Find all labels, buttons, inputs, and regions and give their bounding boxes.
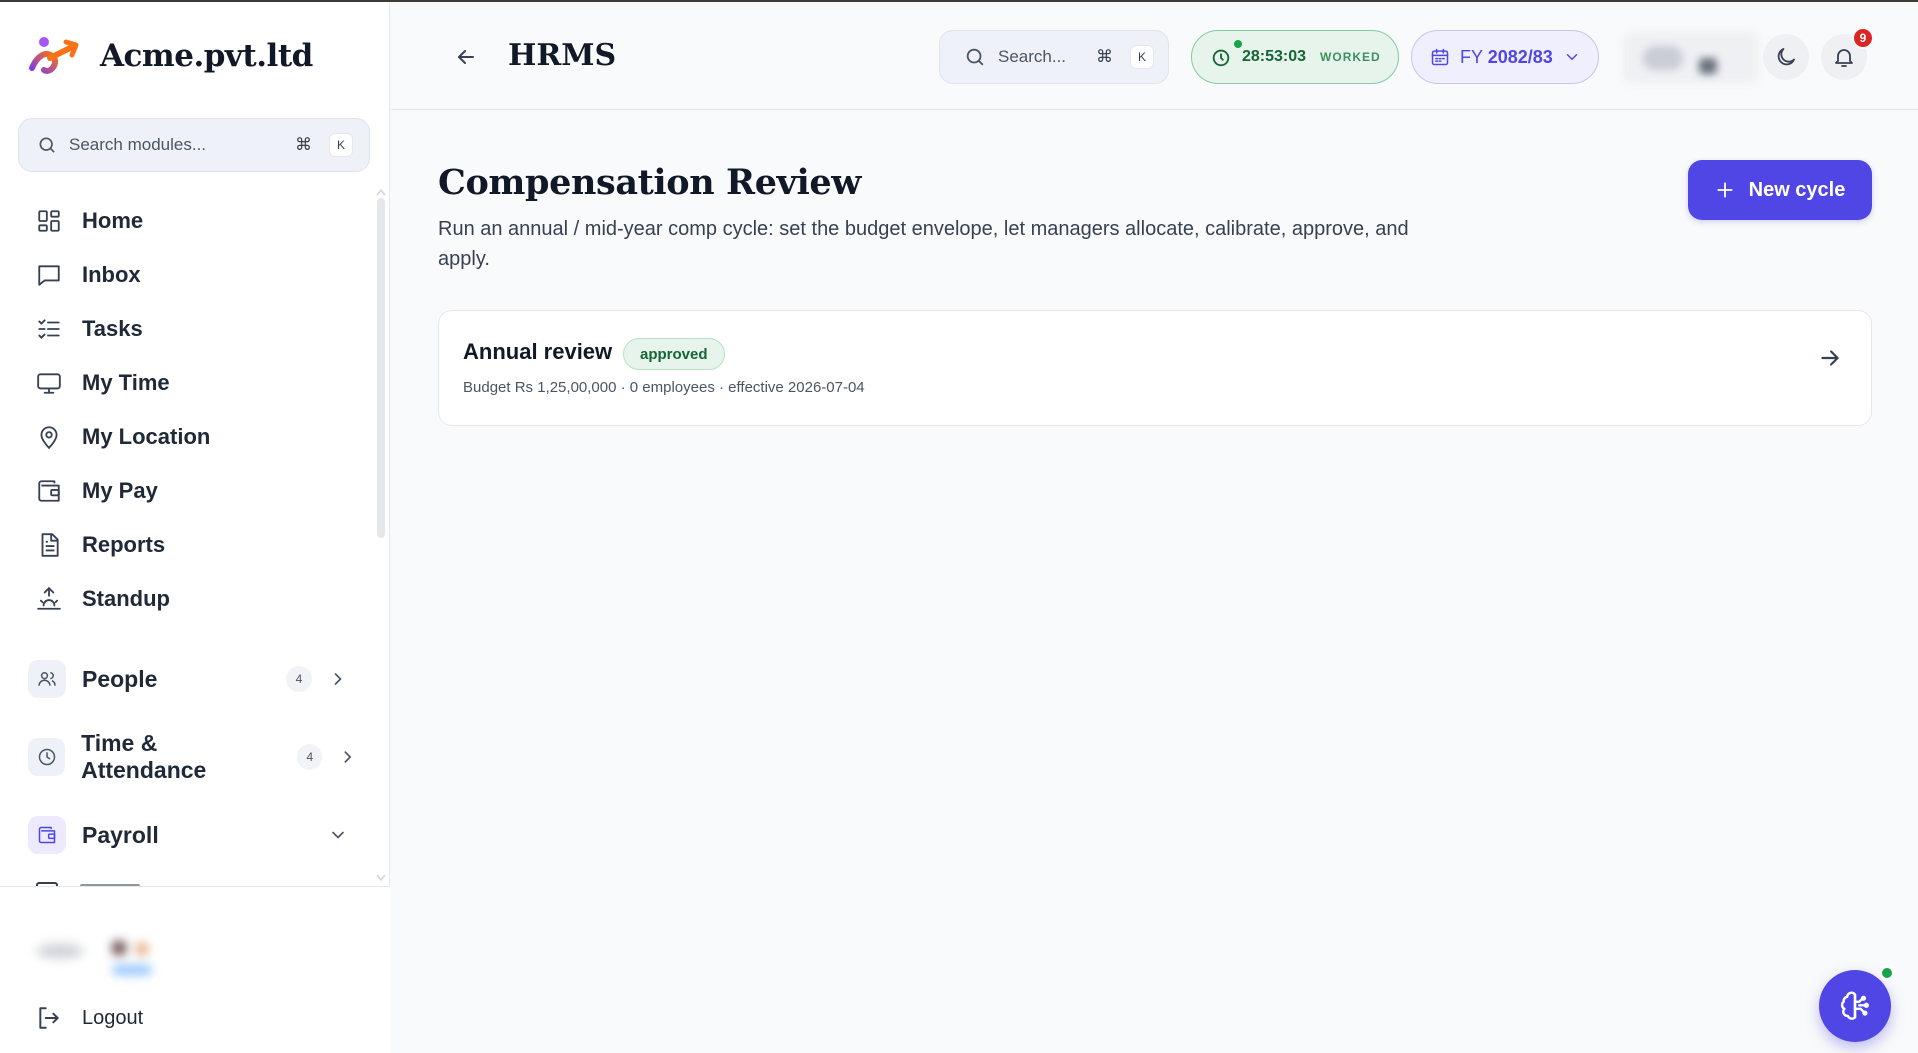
map-pin-icon xyxy=(40,426,58,450)
count-badge: 4 xyxy=(297,744,323,770)
logout-label: Logout xyxy=(82,1006,144,1029)
calendar-icon xyxy=(1431,48,1449,66)
sidebar-item-home[interactable]: Home xyxy=(28,194,358,248)
sidebar-scrollbar[interactable] xyxy=(377,198,385,538)
page-title: Compensation Review xyxy=(438,162,862,203)
sidebar-group-label: People xyxy=(82,665,158,692)
scroll-down-icon[interactable] xyxy=(376,874,386,882)
sidebar-item-label: Tasks xyxy=(82,316,143,341)
brand-logo-icon xyxy=(29,37,79,74)
logout-button[interactable]: Logout xyxy=(36,1005,143,1031)
chevron-down-icon xyxy=(1566,54,1578,61)
sidebar-item-label: Standup xyxy=(82,586,170,611)
notification-count-badge: 9 xyxy=(1852,27,1874,49)
user-avatar-blurred[interactable] xyxy=(1623,32,1759,84)
avatar-shape xyxy=(1699,58,1717,74)
sidebar-item-inbox[interactable]: Inbox xyxy=(28,248,358,302)
sidebar-item-my-location[interactable]: My Location xyxy=(28,410,358,464)
sidebar-item-reports[interactable]: Reports xyxy=(28,518,358,572)
moon-icon xyxy=(1777,48,1795,66)
worked-time: 28:53:03 xyxy=(1242,48,1307,65)
sidebar-nav: Home Inbox Tasks My Time My Location My … xyxy=(28,194,358,626)
back-button[interactable] xyxy=(451,42,481,72)
checklist-icon xyxy=(38,319,60,339)
ai-assistant-button[interactable] xyxy=(1819,970,1891,1042)
chevron-right-icon xyxy=(334,673,342,685)
chevron-down-icon xyxy=(332,831,344,839)
avatar-shape xyxy=(1643,46,1683,70)
module-search-placeholder: Search modules... xyxy=(69,135,207,154)
sidebar-item-label: Reports xyxy=(82,532,166,557)
kbd-k: K xyxy=(329,133,353,157)
arrow-left-icon xyxy=(458,50,474,64)
kbd-command: ⌘ xyxy=(1096,47,1113,66)
brand-name: Acme.pvt.ltd xyxy=(100,38,313,74)
fy-value: 2082/83 xyxy=(1487,46,1553,67)
brain-icon xyxy=(1840,991,1869,1020)
scroll-up-icon[interactable] xyxy=(376,188,386,196)
count-badge: 4 xyxy=(286,666,312,692)
sidebar-footer: Logout xyxy=(0,886,390,1053)
brand[interactable]: Acme.pvt.ltd xyxy=(28,34,313,78)
plus-icon xyxy=(1717,182,1733,198)
wallet-icon xyxy=(28,816,66,854)
clock-icon xyxy=(28,738,66,776)
sidebar-group-label: Payroll xyxy=(82,821,159,848)
logout-icon xyxy=(39,1007,59,1029)
sidebar-group-payroll[interactable]: Payroll xyxy=(28,809,348,861)
app-title: HRMS xyxy=(508,38,617,73)
worked-timer[interactable]: 28:53:03 WORKED xyxy=(1191,30,1399,84)
sidebar-item-label: My Pay xyxy=(82,478,158,503)
status-badge: approved xyxy=(623,338,725,370)
monitor-icon xyxy=(37,373,61,394)
theme-toggle-button[interactable] xyxy=(1763,34,1809,80)
sidebar-item-label: Inbox xyxy=(82,262,141,287)
sunrise-icon xyxy=(37,586,61,610)
user-profile-blurred[interactable] xyxy=(28,927,168,987)
sidebar-group-people[interactable]: People 4 xyxy=(28,653,348,705)
new-cycle-button[interactable]: New cycle xyxy=(1688,160,1872,220)
cycle-meta: Budget Rs 1,25,00,000 · 0 employees · ef… xyxy=(463,379,865,396)
sidebar-item-label: Home xyxy=(82,208,144,233)
ai-online-dot xyxy=(1880,966,1894,980)
document-icon xyxy=(41,533,59,557)
sidebar-item-tasks[interactable]: Tasks xyxy=(28,302,358,356)
grid-icon xyxy=(38,210,60,232)
worked-status-dot xyxy=(1234,40,1242,48)
sidebar-group-time-attendance[interactable]: Time & Attendance 4 xyxy=(28,730,358,783)
global-search[interactable]: Search... ⌘ K xyxy=(939,30,1169,84)
message-icon xyxy=(38,265,60,286)
module-search[interactable]: Search modules... ⌘ K xyxy=(18,118,370,172)
cycle-name: Annual review xyxy=(463,339,613,364)
bell-icon xyxy=(1835,49,1853,67)
sidebar-item-label: My Time xyxy=(82,370,170,395)
topbar: HRMS Search... ⌘ K 28:53:03 WORKED FY 20… xyxy=(391,2,1918,110)
page-description: Run an annual / mid-year comp cycle: set… xyxy=(438,218,1409,270)
kbd-k: K xyxy=(1130,45,1154,69)
sidebar-item-standup[interactable]: Standup xyxy=(28,572,358,626)
arrow-right-icon[interactable] xyxy=(1817,345,1843,371)
fy-prefix: FY xyxy=(1460,46,1483,67)
timer-icon xyxy=(1212,49,1230,67)
sidebar: Acme.pvt.ltd Search modules... ⌘ K Home … xyxy=(0,2,390,1053)
kbd-command: ⌘ xyxy=(295,135,312,154)
sidebar-group-label: Time & Attendance xyxy=(81,730,207,783)
chevron-right-icon xyxy=(344,751,352,763)
users-icon xyxy=(28,660,66,698)
global-search-placeholder: Search... xyxy=(998,47,1067,66)
worked-label: WORKED xyxy=(1320,50,1381,64)
search-icon xyxy=(966,48,984,66)
cycle-card[interactable]: Annual review approved Budget Rs 1,25,00… xyxy=(438,310,1872,426)
sidebar-item-label: My Location xyxy=(82,424,211,449)
fiscal-year-select[interactable]: FY 2082/83 xyxy=(1411,30,1599,84)
wallet-icon xyxy=(38,480,60,502)
sidebar-item-my-time[interactable]: My Time xyxy=(28,356,358,410)
new-cycle-label: New cycle xyxy=(1748,178,1846,201)
search-icon xyxy=(39,137,55,153)
sidebar-item-my-pay[interactable]: My Pay xyxy=(28,464,358,518)
